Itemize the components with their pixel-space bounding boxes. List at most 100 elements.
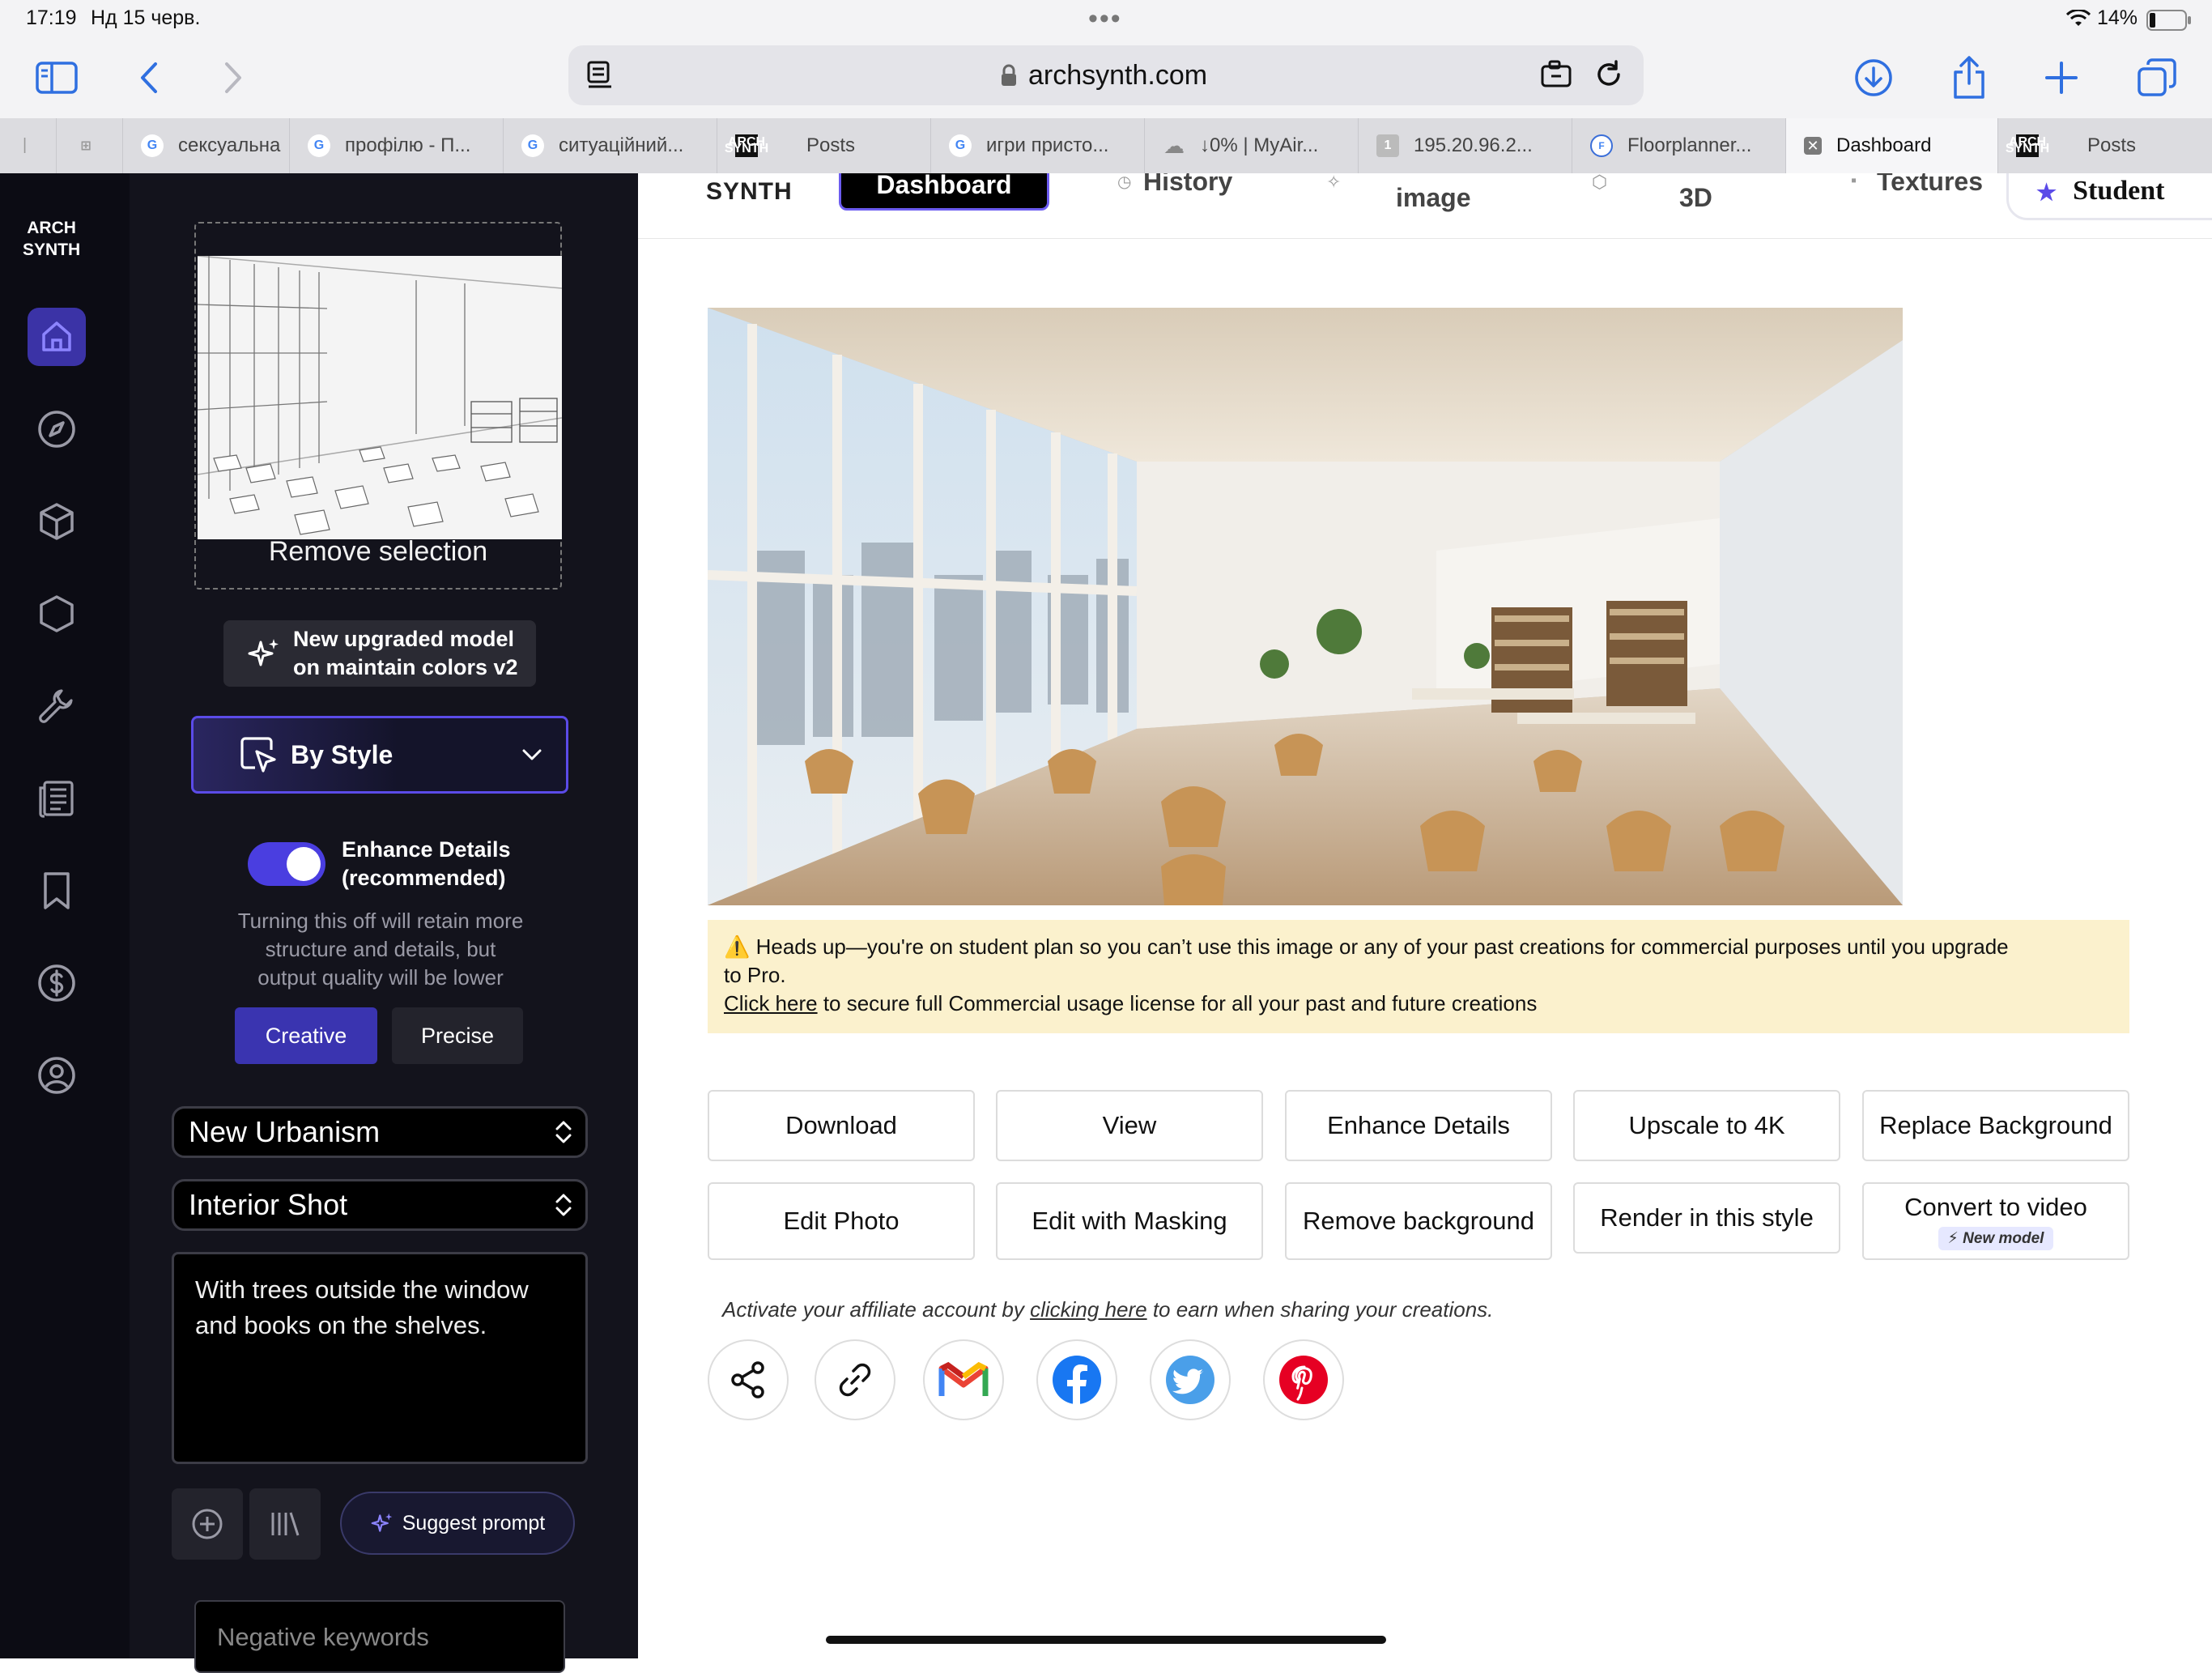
tab-3[interactable]: Gситуаційний...: [504, 118, 717, 173]
google-icon: G: [141, 134, 164, 157]
forward-icon[interactable]: [211, 55, 256, 100]
negative-keywords-input[interactable]: Negative keywords: [194, 1600, 565, 1673]
cube-icon[interactable]: [28, 492, 86, 551]
tab-1[interactable]: Gсексуальна: [123, 118, 290, 173]
render-mode-select[interactable]: By Style: [191, 716, 568, 794]
affiliate-link[interactable]: clicking here: [1030, 1297, 1147, 1322]
plan-badge[interactable]: ★ Student: [2006, 173, 2212, 220]
rendered-image[interactable]: [708, 308, 1903, 905]
back-icon[interactable]: [126, 55, 172, 100]
tab-2[interactable]: Gпрофілю - П...: [290, 118, 504, 173]
tab-overview-icon[interactable]: [2134, 55, 2180, 100]
tab-title: ситуаційний...: [559, 134, 684, 156]
bookmark-icon[interactable]: [28, 862, 86, 920]
logo[interactable]: ARCH SYNTH: [23, 217, 80, 261]
nav-image[interactable]: image: [1396, 180, 1470, 215]
pinterest-icon[interactable]: [1263, 1339, 1344, 1420]
edit-photo-button[interactable]: Edit Photo: [708, 1182, 975, 1260]
tab-title: Posts: [806, 134, 856, 156]
hint-line3: output quality will be lower: [257, 965, 504, 990]
extension-icon[interactable]: [1540, 60, 1574, 89]
tab-bar: ▏ ⊞ Gсексуальна Gпрофілю - П... Gситуаці…: [0, 118, 2212, 174]
render-in-style-button[interactable]: Render in this style: [1573, 1182, 1840, 1254]
address-bar[interactable]: archsynth.com: [568, 45, 1644, 105]
nav-textures[interactable]: Textures: [1877, 173, 1983, 199]
replace-background-button[interactable]: Replace Background: [1862, 1090, 2129, 1161]
nav-logo[interactable]: SYNTH: [706, 178, 793, 206]
share-icon[interactable]: [708, 1339, 789, 1420]
home-icon[interactable]: [28, 308, 86, 366]
share-sheet-icon[interactable]: [1946, 55, 1992, 100]
download-icon[interactable]: [1851, 55, 1896, 100]
tab-8[interactable]: F Floorplanner...: [1572, 118, 1786, 173]
new-tab-icon[interactable]: [2039, 55, 2084, 100]
battery-percent: 14%: [2097, 6, 2138, 29]
reader-icon[interactable]: [586, 60, 614, 89]
browser-toolbar: archsynth.com: [0, 39, 2212, 118]
sidebar-tab-icon: ▏: [23, 139, 35, 153]
icon-rail: ARCH SYNTH: [0, 173, 130, 1658]
facebook-icon[interactable]: [1036, 1339, 1117, 1420]
download-button[interactable]: Download: [708, 1090, 975, 1161]
enhance-details-label: Enhance Details (recommended): [342, 836, 511, 892]
style-select[interactable]: New Urbanism: [172, 1106, 588, 1158]
tab-7[interactable]: 1 195.20.96.2...: [1359, 118, 1572, 173]
input-image-dropzone[interactable]: Remove selection: [194, 222, 562, 590]
tab-5[interactable]: Gигри присто...: [931, 118, 1145, 173]
logo-line2: SYNTH: [23, 241, 81, 259]
view-button[interactable]: View: [996, 1090, 1263, 1161]
sparkles-icon: ✧: [1326, 173, 1342, 192]
enhance-line2: (recommended): [342, 866, 506, 890]
nav-dashboard[interactable]: Dashboard: [839, 173, 1049, 211]
remove-background-button[interactable]: Remove background: [1285, 1182, 1552, 1260]
archsynth-icon: ARCH SYNTH: [724, 134, 769, 157]
multitasking-dots-icon[interactable]: •••: [1088, 3, 1122, 35]
convert-video-button[interactable]: Convert to video ⚡ New model: [1862, 1182, 2129, 1260]
home-indicator[interactable]: [826, 1636, 1386, 1644]
precise-button[interactable]: Precise: [392, 1007, 523, 1064]
upscale-button[interactable]: Upscale to 4K: [1573, 1090, 1840, 1161]
enhance-details-button[interactable]: Enhance Details: [1285, 1090, 1552, 1161]
enhance-details-toggle[interactable]: [248, 842, 325, 886]
creative-button[interactable]: Creative: [235, 1007, 377, 1064]
tab-6[interactable]: ☁ ↓0% | MyAir...: [1145, 118, 1359, 173]
close-icon[interactable]: ✕: [1804, 137, 1822, 155]
tab-pinned-2[interactable]: ⊞: [57, 118, 123, 173]
floorplanner-icon: F: [1590, 134, 1613, 157]
model-line1: New upgraded model: [293, 627, 515, 651]
nav-3d[interactable]: 3D: [1679, 180, 1712, 215]
hexagon-icon[interactable]: [28, 585, 86, 643]
nav-history[interactable]: History: [1143, 173, 1232, 199]
edit-masking-button[interactable]: Edit with Masking: [996, 1182, 1263, 1260]
tab-dashboard[interactable]: ✕ Dashboard: [1786, 118, 1998, 173]
add-icon[interactable]: [172, 1488, 243, 1560]
library-icon[interactable]: [249, 1488, 321, 1560]
style-value: New Urbanism: [189, 1115, 381, 1148]
sidebar-icon[interactable]: [34, 55, 79, 100]
shot-type-select[interactable]: Interior Shot: [172, 1179, 588, 1231]
render-mode-value: By Style: [291, 739, 393, 769]
dollar-icon[interactable]: [28, 954, 86, 1012]
new-model-button[interactable]: New upgraded model on maintain colors v2: [223, 620, 536, 687]
upgrade-link[interactable]: Click here: [724, 991, 818, 1015]
document-icon[interactable]: [28, 769, 86, 828]
suggest-prompt-button[interactable]: Suggest prompt: [340, 1492, 575, 1555]
link-icon[interactable]: [815, 1339, 895, 1420]
notice-line3-wrap: Click here to secure full Commercial usa…: [724, 990, 2113, 1018]
tab-pinned-1[interactable]: ▏: [0, 118, 57, 173]
compass-icon[interactable]: [28, 400, 86, 458]
wrench-icon[interactable]: [28, 677, 86, 735]
remove-selection-button[interactable]: Remove selection: [196, 536, 560, 568]
tab-10[interactable]: ARCH SYNTH Posts: [1998, 118, 2212, 173]
user-circle-icon[interactable]: [28, 1046, 86, 1105]
tab-4[interactable]: ARCH SYNTH Posts: [717, 118, 931, 173]
logo-line1: ARCH: [27, 219, 76, 237]
battery-icon: [2146, 10, 2192, 31]
sparkles-icon: [370, 1511, 394, 1535]
prompt-textarea[interactable]: With trees outside the window and books …: [172, 1252, 588, 1464]
enhance-hint: Turning this off will retain more struct…: [194, 907, 567, 992]
twitter-icon[interactable]: [1150, 1339, 1231, 1420]
gmail-icon[interactable]: [923, 1339, 1004, 1420]
reload-icon[interactable]: [1593, 59, 1624, 90]
google-icon: G: [521, 134, 544, 157]
